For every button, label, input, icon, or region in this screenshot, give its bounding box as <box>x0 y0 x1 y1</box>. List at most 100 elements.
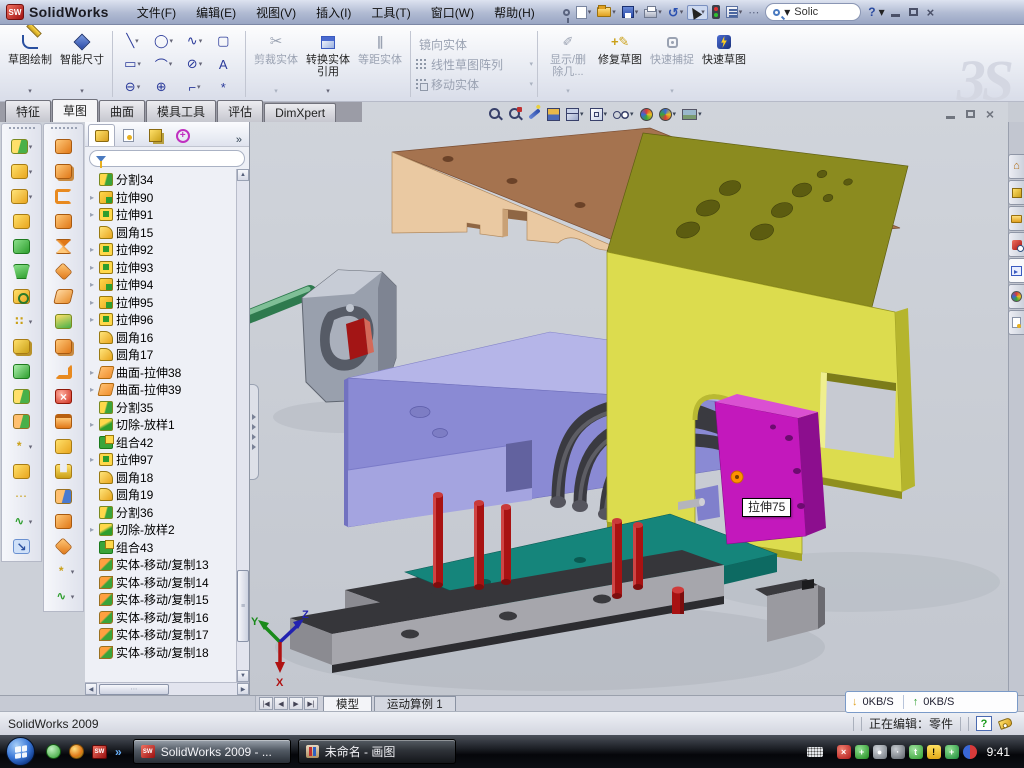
expand-arrow-icon[interactable]: ▸ <box>88 298 96 307</box>
expand-arrow-icon[interactable]: ▸ <box>88 280 96 289</box>
expand-arrow-icon[interactable]: ▸ <box>88 455 96 464</box>
core-icon[interactable]: ▾ <box>55 461 72 482</box>
freeform-surface-icon[interactable]: ∿▾ <box>53 586 75 607</box>
boundary-boss-icon[interactable]: ▾ <box>55 186 72 207</box>
rectangle-tool[interactable]: ▭▾ <box>117 53 148 76</box>
search-box[interactable]: ▾ Solic <box>765 3 861 21</box>
health-shield-icon[interactable]: + <box>945 745 959 759</box>
view-selector-icon[interactable]: ▾ <box>526 110 543 118</box>
radiate-surface-icon[interactable]: ▾ <box>55 536 72 557</box>
tree-item[interactable]: ▸ 分割36 <box>88 504 249 522</box>
menu-item[interactable]: 编辑(E) <box>186 1 246 24</box>
circle-tool[interactable]: ◯▾ <box>148 30 179 53</box>
linear-pattern-icon[interactable]: ∷▾ <box>11 311 33 332</box>
toolbar-grip[interactable] <box>51 127 77 130</box>
edit-appearance-icon[interactable]: ▾ <box>638 106 655 123</box>
hide-show-items-icon[interactable]: ▾ <box>611 107 636 121</box>
toolbar-grip[interactable] <box>9 127 35 130</box>
flex-icon[interactable]: ▾ <box>13 461 30 482</box>
boundary-cut-icon[interactable]: ▾ <box>55 261 72 282</box>
extruded-boss-icon[interactable]: ▾ <box>11 136 33 157</box>
antivirus-icon[interactable]: + <box>855 745 869 759</box>
smart-dimension-button[interactable]: 智能尺寸 ▾ <box>56 28 108 100</box>
tree-item[interactable]: ▸ 实体-移动/复制15 <box>88 591 249 609</box>
tree-item[interactable]: ▸ 拉伸97 <box>88 451 249 469</box>
panel-splitter-handle[interactable] <box>250 384 259 480</box>
zoom-to-area-icon[interactable]: ▾ <box>506 105 524 123</box>
ribbon-tab[interactable]: 特征 <box>5 100 51 122</box>
propertymanager-tab[interactable] <box>115 124 142 146</box>
shell-icon[interactable]: ▾ <box>13 236 30 257</box>
undo-button[interactable]: ↺▾ <box>666 5 685 20</box>
extruded-cut-icon[interactable]: ▾ <box>11 161 33 182</box>
model-tab[interactable]: 模型 <box>323 696 372 711</box>
expand-arrow-icon[interactable]: ▸ <box>88 245 96 254</box>
draft-icon[interactable]: ▾ <box>13 261 30 282</box>
tree-item[interactable]: ▸ 拉伸90 <box>88 189 249 207</box>
scroll-up-button[interactable]: ▲ <box>237 169 249 181</box>
quick-launch-app-icon[interactable] <box>69 744 84 759</box>
tree-item[interactable]: ▸ 切除-放样2 <box>88 521 249 539</box>
doc-restore-button[interactable] <box>966 110 975 118</box>
messenger-icon[interactable]: t <box>909 745 923 759</box>
taskbar-button-paint[interactable]: 未命名 - 画图 <box>298 739 456 764</box>
tree-item[interactable]: ▸ 组合42 <box>88 434 249 452</box>
lofted-boss-icon[interactable]: ▾ <box>55 161 72 182</box>
scrollbar-thumb[interactable]: ≡ <box>237 570 249 642</box>
tree-filter-bar[interactable] <box>89 150 245 167</box>
options-button[interactable]: ▾ <box>724 5 745 19</box>
tree-item[interactable]: ▸ 实体-移动/复制18 <box>88 644 249 662</box>
expand-arrow-icon[interactable]: ▸ <box>88 193 96 202</box>
tree-item[interactable]: ▸ 曲面-拉伸39 <box>88 381 249 399</box>
scroll-down-button[interactable]: ▼ <box>237 670 249 682</box>
spline-tool[interactable]: ∿▾ <box>179 30 210 53</box>
quick-launch-solidworks-icon[interactable]: SW <box>92 745 107 759</box>
ribbon-tab[interactable]: 曲面 <box>99 100 145 122</box>
sketch-button[interactable]: 草图绘制 ▾ <box>4 28 56 100</box>
custom-properties-tab[interactable] <box>1008 310 1024 335</box>
tree-vertical-scrollbar[interactable]: ▲ ≡ ▼ <box>236 169 249 682</box>
taskbar-clock[interactable]: 9:41 <box>981 745 1018 759</box>
panel-tabs-overflow[interactable]: » <box>232 134 246 146</box>
tree-item[interactable]: ▸ 圆角19 <box>88 486 249 504</box>
menu-item[interactable]: 帮助(H) <box>484 1 545 24</box>
tags-icon[interactable] <box>998 717 1013 730</box>
design-library-tab[interactable] <box>1008 180 1024 205</box>
mirror-icon[interactable]: ▾ <box>13 336 30 357</box>
close-button[interactable]: × <box>927 6 935 19</box>
quick-tips-button[interactable]: ? <box>976 716 992 731</box>
move-copy-body-icon[interactable]: ▾ <box>13 411 30 432</box>
delete-body-icon[interactable]: ×▾ <box>55 386 72 407</box>
display-style-icon[interactable]: ▾ <box>588 106 610 123</box>
help-button[interactable]: ? <box>865 5 878 19</box>
split-icon[interactable]: ▾ <box>13 386 30 407</box>
elbow-feature-icon[interactable]: ▾ <box>55 361 72 382</box>
view-settings-icon[interactable]: ▾ <box>680 107 704 122</box>
graphics-area[interactable]: Y Z X ▾ ▾ ▾ ▾ ▾ ▾ <box>250 102 1008 695</box>
dome-icon[interactable]: ⋯▾ <box>13 486 30 507</box>
sync-icon[interactable] <box>963 745 977 759</box>
slot-tool[interactable]: ⊖▾ <box>117 76 148 99</box>
search-tab[interactable] <box>1008 232 1024 257</box>
start-button[interactable] <box>6 737 35 766</box>
thicken-icon[interactable]: ▾ <box>55 336 72 357</box>
hole-wizard-icon[interactable]: ▾ <box>13 286 30 307</box>
text-tool[interactable]: A▾ <box>210 53 241 76</box>
tab-nav-button[interactable]: |◀ <box>259 697 273 710</box>
keyboard-layout-icon[interactable] <box>807 747 823 757</box>
tree-item[interactable]: ▸ 实体-移动/复制16 <box>88 609 249 627</box>
quick-launch-messenger-icon[interactable] <box>46 744 61 759</box>
rapid-sketch-button[interactable]: 快速草图 <box>698 28 750 100</box>
tab-nav-button[interactable]: ▶ <box>289 697 303 710</box>
tree-item[interactable]: ▸ 拉伸95 <box>88 294 249 312</box>
tree-item[interactable]: ▸ 分割35 <box>88 399 249 417</box>
featuremanager-tree-tab[interactable] <box>88 124 115 146</box>
tree-item[interactable]: ▸ 拉伸91 <box>88 206 249 224</box>
network-warning-icon[interactable]: ! <box>927 745 941 759</box>
select-button[interactable]: ▾ <box>687 5 708 20</box>
tree-item[interactable]: ▸ 拉伸93 <box>88 259 249 277</box>
tree-horizontal-scrollbar[interactable]: ◀ ⋯ ▶ <box>85 682 249 695</box>
ribbon-tab[interactable]: 模具工具 <box>146 100 216 122</box>
expand-arrow-icon[interactable]: ▸ <box>88 420 96 429</box>
menu-item[interactable]: 文件(F) <box>127 1 186 24</box>
